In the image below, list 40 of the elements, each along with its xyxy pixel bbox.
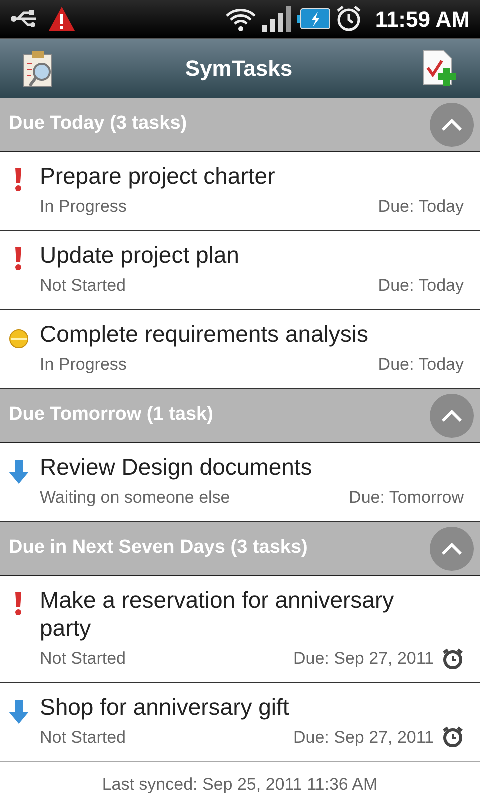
task-row[interactable]: Make a reservation for anniversary party Not Started Due: Sep 27, 2011	[0, 576, 480, 683]
section-title: Due Today (3 tasks)	[9, 112, 188, 136]
sync-status: Last synced: Sep 25, 2011 11:36 AM	[101, 774, 379, 796]
signal-icon	[261, 5, 294, 33]
due-date: Due: Today	[378, 196, 464, 218]
collapse-button[interactable]	[430, 102, 474, 146]
task-title: Shop for anniversary gift	[40, 692, 290, 721]
section-title: Due Tomorrow (1 task)	[9, 403, 214, 428]
wifi-icon	[225, 6, 258, 32]
section-title: Due in Next Seven Days (3 tasks)	[9, 536, 308, 560]
battery-charging-icon	[297, 7, 332, 31]
task-status: In Progress	[40, 354, 127, 376]
document-plus-icon	[422, 50, 458, 88]
task-status: Not Started	[40, 275, 126, 298]
task-title: Complete requirements analysis	[40, 320, 370, 348]
task-title: Update project plan	[40, 241, 240, 270]
add-task-button[interactable]	[422, 50, 458, 88]
task-status: Waiting on someone else	[40, 487, 230, 510]
app-title: SymTasks	[185, 55, 293, 83]
clock-time: 11:59 AM	[375, 6, 470, 34]
task-status: In Progress	[40, 196, 127, 218]
task-title: Prepare project charter	[40, 162, 276, 190]
alarm-clock-icon	[335, 5, 364, 33]
collapse-button[interactable]	[430, 394, 474, 438]
chevron-icon	[441, 408, 463, 422]
task-row[interactable]: Prepare project charter In Progress Due: Today	[0, 152, 480, 231]
chevron-icon	[441, 542, 463, 556]
task-row[interactable]: Update project plan Not Started Due: Today	[0, 231, 480, 310]
chevron-icon	[441, 118, 463, 132]
due-date: Due: Tomorrow	[349, 487, 464, 510]
collapse-button[interactable]	[430, 526, 474, 570]
task-title: Review Design documents	[40, 453, 314, 482]
task-title: Make a reservation for anniversary party	[40, 586, 396, 642]
due-date: Due: Today	[378, 275, 464, 298]
due-date: Due: Today	[378, 354, 464, 376]
task-status: Not Started	[40, 726, 126, 749]
due-date: Due: Sep 27, 2011	[293, 648, 434, 670]
due-date: Due: Sep 27, 2011	[293, 726, 434, 749]
task-status: Not Started	[40, 648, 126, 670]
warning-icon	[48, 6, 76, 32]
